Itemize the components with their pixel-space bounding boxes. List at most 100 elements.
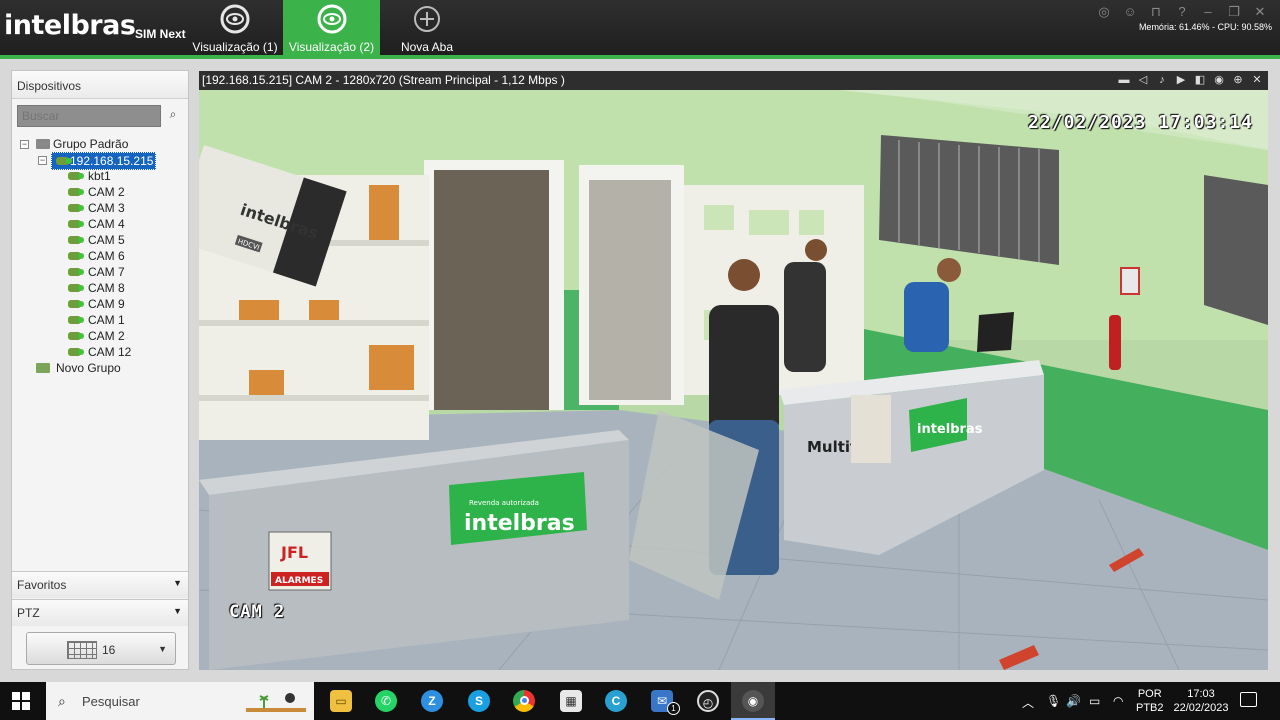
ptz-section[interactable]: PTZ ▼ — [12, 599, 188, 626]
channel-label: kbt1 — [88, 169, 111, 183]
sign-large-text: intelbras — [464, 511, 575, 536]
restore-icon[interactable]: ❐ — [1226, 4, 1242, 20]
notification-icon[interactable] — [1240, 692, 1257, 707]
eye-icon — [317, 4, 346, 34]
playback-icon[interactable]: ◧ — [1193, 73, 1207, 87]
tree-channel[interactable]: CAM 9 — [18, 296, 184, 312]
favorites-section[interactable]: Favoritos ▼ — [12, 571, 188, 598]
globe-icon[interactable]: ◎ — [1096, 4, 1112, 20]
alarm-logo-text: JFL — [280, 543, 308, 562]
whatsapp-icon[interactable]: ✆ — [375, 690, 397, 712]
tree-channel[interactable]: CAM 12 — [18, 344, 184, 360]
sign-right-text: intelbras — [917, 422, 983, 437]
layout-count: 16 — [102, 643, 116, 657]
record-icon[interactable]: ▶ — [1174, 73, 1188, 87]
plus-circle-icon — [414, 6, 440, 32]
search-input[interactable] — [17, 105, 161, 127]
speed-app-icon[interactable]: ◴ — [697, 690, 719, 712]
camera-icon — [68, 188, 84, 196]
camera-icon — [68, 236, 84, 244]
device-tree: − Grupo Padrão − 192.168.15.215 kbt1 CAM … — [18, 136, 184, 376]
system-clock[interactable]: 17:03 22/02/2023 — [1172, 687, 1230, 715]
tree-channel[interactable]: CAM 7 — [18, 264, 184, 280]
chrome-icon[interactable] — [513, 690, 535, 712]
user-icon[interactable]: ☺ — [1122, 4, 1138, 20]
cortana-icon[interactable]: C — [605, 690, 627, 712]
skype-icon[interactable]: S — [468, 690, 490, 712]
mute-icon[interactable]: ◁ — [1136, 73, 1150, 87]
resource-stats: Memória: 61.46% - CPU: 90.58% — [1138, 22, 1272, 32]
tab-visualizacao-2[interactable]: Visualização (2) — [283, 0, 380, 55]
video-header: [192.168.15.215] CAM 2 - 1280x720 (Strea… — [199, 71, 1268, 90]
folder-icon — [36, 363, 50, 373]
tree-channel[interactable]: CAM 4 — [18, 216, 184, 232]
tree-device[interactable]: − 192.168.15.215 — [18, 152, 184, 170]
tab-nova-aba[interactable]: Nova Aba — [382, 0, 472, 55]
sim-next-app-icon[interactable]: ◉ — [742, 690, 764, 712]
channel-label: CAM 7 — [88, 265, 125, 279]
stream-icon[interactable]: ▬ — [1117, 73, 1131, 87]
tree-channel[interactable]: CAM 2 — [18, 328, 184, 344]
tree-channel[interactable]: CAM 3 — [18, 200, 184, 216]
sign-small-text: Revenda autorizada — [469, 499, 539, 507]
close-video-icon[interactable]: ✕ — [1250, 73, 1264, 87]
windows-start-icon[interactable] — [12, 692, 30, 710]
tree-group-new[interactable]: Novo Grupo — [18, 360, 184, 376]
search-icon[interactable]: ⌕ — [164, 107, 182, 125]
tree-group-default[interactable]: − Grupo Padrão — [18, 136, 184, 152]
keyboard-layout: PTB2 — [1136, 702, 1164, 714]
camera-icon — [68, 284, 84, 292]
camera-icon — [68, 172, 84, 180]
tree-channel[interactable]: CAM 8 — [18, 280, 184, 296]
wifi-icon[interactable]: ◠ — [1113, 694, 1123, 708]
collapse-icon[interactable]: − — [38, 156, 47, 165]
device-icon — [56, 157, 72, 165]
windows-taskbar: ⌕ Pesquisar ▭ ✆ Z S ▦ C ✉ 1 ◴ ◉ ︿ 🎙 🔊 ▭ … — [0, 682, 1280, 720]
search-icon: ⌕ — [58, 693, 66, 709]
layout-select[interactable]: 16 ▼ — [26, 632, 176, 665]
camera-icon — [68, 220, 84, 228]
tree-channel[interactable]: CAM 5 — [18, 232, 184, 248]
input-language[interactable]: POR PTB2 — [1136, 687, 1164, 715]
tree-channel[interactable]: CAM 1 — [18, 312, 184, 328]
channel-label: CAM 3 — [88, 201, 125, 215]
help-icon[interactable]: ? — [1174, 4, 1190, 20]
snapshot-icon[interactable]: ◉ — [1212, 73, 1226, 87]
camera-icon — [68, 332, 84, 340]
tree-channel[interactable]: kbt1 — [18, 168, 184, 184]
dropdown-arrow-icon: ▼ — [173, 578, 182, 588]
channel-label: CAM 5 — [88, 233, 125, 247]
microphone-icon[interactable]: ♪ — [1155, 73, 1169, 87]
group-label: Novo Grupo — [56, 361, 121, 375]
camera-icon — [68, 252, 84, 260]
file-explorer-icon[interactable]: ▭ — [330, 690, 352, 712]
tab-label: Visualização (1) — [192, 40, 278, 54]
camera-video-feed[interactable]: intelbras HDCVI Revenda autorizada intel… — [199, 90, 1268, 670]
channel-label: CAM 2 — [88, 329, 125, 343]
show-hidden-icons-icon[interactable]: ︿ — [1022, 694, 1034, 711]
camera-icon — [68, 300, 84, 308]
chevron-down-icon: ▼ — [158, 644, 167, 654]
volume-icon[interactable]: 🔊 — [1066, 694, 1081, 708]
lock-icon[interactable]: ⊓ — [1148, 4, 1164, 20]
tree-channel[interactable]: CAM 6 — [18, 248, 184, 264]
camera-icon — [68, 268, 84, 276]
battery-icon[interactable]: ▭ — [1089, 694, 1100, 708]
calculator-icon[interactable]: ▦ — [560, 690, 582, 712]
taskbar-search[interactable]: ⌕ Pesquisar — [46, 682, 314, 720]
app-icon-blue[interactable]: Z — [421, 690, 443, 712]
close-icon[interactable]: ✕ — [1252, 4, 1268, 20]
devices-title: Dispositivos — [12, 71, 188, 99]
tab-visualizacao-1[interactable]: Visualização (1) — [188, 0, 282, 55]
accent-bar — [0, 55, 1280, 59]
camera-scene: intelbras HDCVI Revenda autorizada intel… — [199, 90, 1268, 670]
microphone-tray-icon[interactable]: 🎙 — [1046, 694, 1061, 708]
group-label: Grupo Padrão — [53, 137, 129, 151]
zoom-icon[interactable]: ⊕ — [1231, 73, 1245, 87]
collapse-icon[interactable]: − — [20, 140, 29, 149]
folder-icon — [36, 139, 50, 149]
camera-icon — [68, 204, 84, 212]
camera-icon — [68, 348, 84, 356]
minimize-icon[interactable]: – — [1200, 4, 1216, 20]
tree-channel[interactable]: CAM 2 — [18, 184, 184, 200]
